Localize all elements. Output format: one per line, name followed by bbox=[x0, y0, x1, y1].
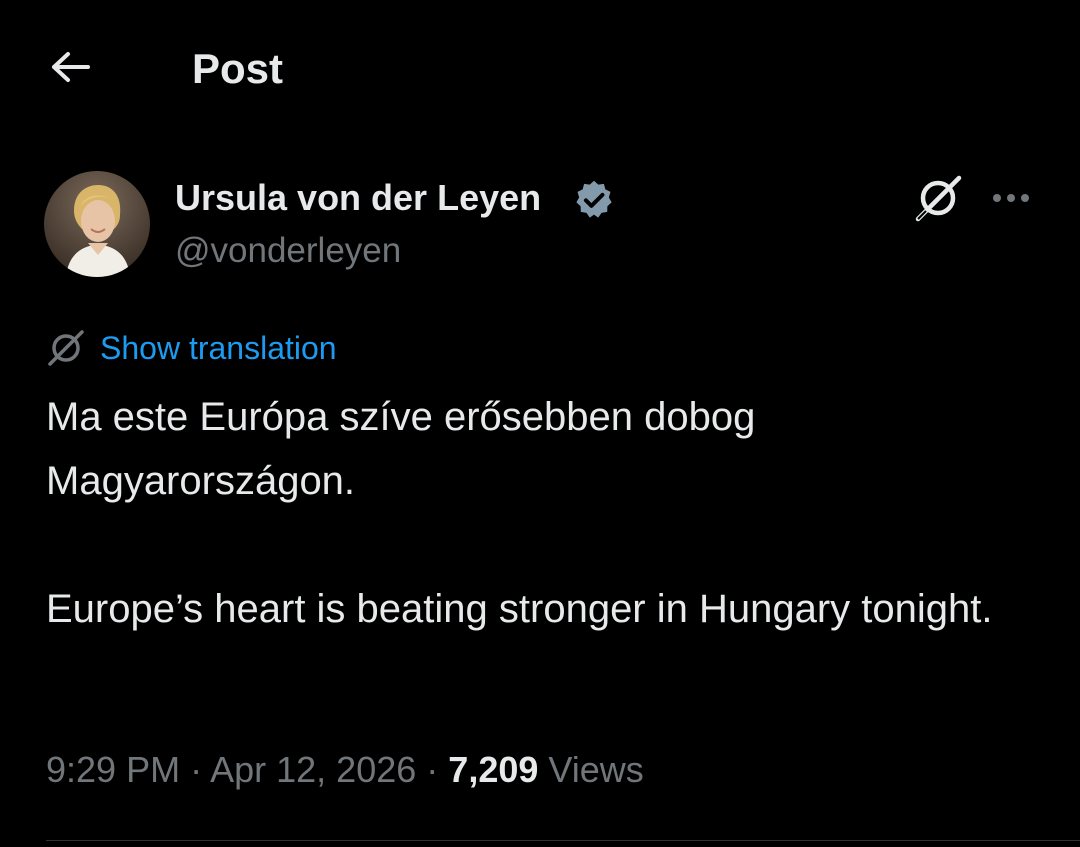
post-paragraph-hungarian: Ma este Európa szíve erősebben dobog Mag… bbox=[46, 395, 756, 503]
grok-icon bbox=[912, 172, 964, 229]
more-horizontal-icon bbox=[991, 191, 1031, 209]
grok-button[interactable] bbox=[908, 170, 968, 230]
divider bbox=[46, 840, 1080, 841]
show-translation-link[interactable]: Show translation bbox=[100, 328, 337, 368]
post-meta: 9:29 PM · Apr 12, 2026 · 7,209 Views bbox=[46, 746, 644, 794]
back-button[interactable] bbox=[40, 44, 100, 94]
post-time[interactable]: 9:29 PM bbox=[46, 749, 180, 790]
show-translation-button[interactable]: Show translation bbox=[46, 326, 337, 370]
views-count[interactable]: 7,209 bbox=[448, 749, 538, 790]
arrow-left-icon bbox=[50, 51, 90, 88]
verified-badge-icon bbox=[572, 178, 616, 222]
views-label: Views bbox=[548, 749, 644, 790]
grok-translate-icon bbox=[46, 328, 86, 368]
avatar[interactable] bbox=[44, 171, 150, 277]
post-paragraph-english: Europe’s heart is beating stronger in Hu… bbox=[46, 587, 993, 631]
author-handle[interactable]: @vonderleyen bbox=[175, 229, 401, 273]
post-date[interactable]: Apr 12, 2026 bbox=[210, 749, 416, 790]
author-name[interactable]: Ursula von der Leyen bbox=[175, 176, 541, 220]
page-title: Post bbox=[192, 45, 284, 92]
meta-separator: · bbox=[190, 749, 203, 790]
top-bar: Post bbox=[0, 0, 1080, 140]
meta-separator: · bbox=[426, 749, 439, 790]
more-button[interactable] bbox=[982, 180, 1040, 220]
post-text: Ma este Európa szíve erősebben dobog Mag… bbox=[46, 385, 1036, 641]
